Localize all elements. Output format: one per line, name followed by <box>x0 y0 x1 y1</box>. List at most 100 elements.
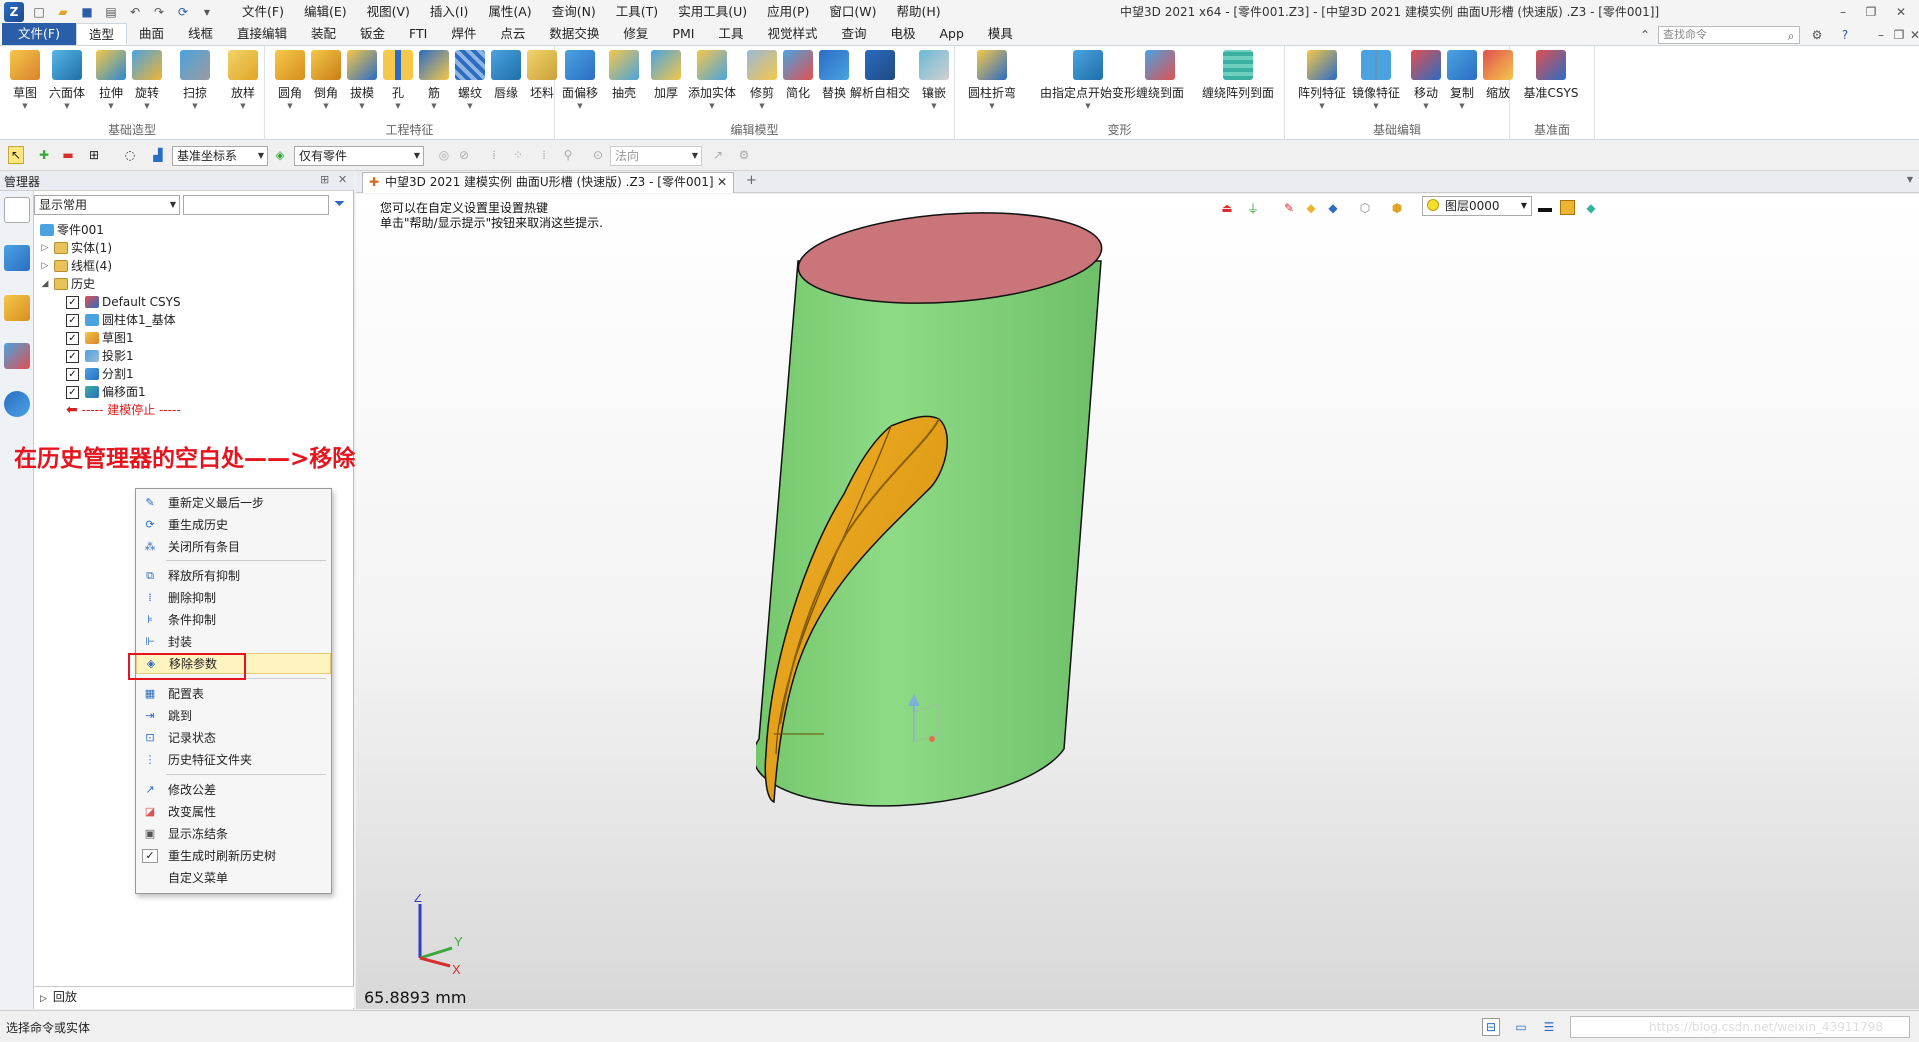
visibility-checkbox[interactable]: ✓ <box>66 349 79 363</box>
tab-direct-edit[interactable]: 直接编辑 <box>225 23 299 45</box>
tab-file[interactable]: 文件(F) <box>2 23 76 45</box>
shell-button[interactable]: 抽壳 <box>605 50 643 118</box>
tab-fti[interactable]: FTI <box>397 23 439 45</box>
save-icon[interactable]: ■ <box>78 3 96 21</box>
layer-manager-icon[interactable] <box>4 343 30 369</box>
select-box-icon[interactable]: ⊞ <box>86 146 102 164</box>
copy-button[interactable]: 复制 ▼ <box>1443 50 1481 118</box>
tab-electrode[interactable]: 电极 <box>878 23 927 45</box>
add-icon[interactable]: ✚ <box>36 146 52 164</box>
doc-close-icon[interactable]: ✕ <box>1906 26 1919 44</box>
tab-data-exchange[interactable]: 数据交换 <box>537 23 611 45</box>
line-color-icon[interactable] <box>1538 208 1552 212</box>
expand-icon[interactable]: ▷ <box>40 994 47 1004</box>
draft-button[interactable]: 拔模 ▼ <box>343 50 381 118</box>
menu-item-conditional-suppress[interactable]: ⊧ 条件抑制 <box>136 609 331 630</box>
tab-close-icon[interactable]: ✕ <box>717 173 727 192</box>
panel-close-icon[interactable]: ✕ <box>338 173 347 186</box>
thread-button[interactable]: 螺纹 ▼ <box>451 50 489 118</box>
sketch-button[interactable]: 草图 ▼ <box>6 50 44 118</box>
tree-root[interactable]: 零件001 <box>40 221 104 239</box>
menu-item-show-freeze-bar[interactable]: ▣ 显示冻结条 <box>136 823 331 844</box>
visibility-checkbox[interactable]: ✓ <box>66 295 79 309</box>
menu-query[interactable]: 查询(N) <box>542 0 606 24</box>
tree-node-history[interactable]: ◢ 历史 <box>40 275 95 293</box>
trim-button[interactable]: 修剪 ▼ <box>743 50 781 118</box>
loft-button[interactable]: 放样 ▼ <box>224 50 262 118</box>
maximize-icon[interactable]: ❐ <box>1858 0 1884 24</box>
tab-app[interactable]: App <box>927 23 975 45</box>
menu-help[interactable]: 帮助(H) <box>887 0 951 24</box>
assembly-manager-icon[interactable] <box>4 245 30 271</box>
menu-item-change-attributes[interactable]: ◪ 改变属性 <box>136 801 331 822</box>
menu-item-encapsulate[interactable]: ⊩ 封装 <box>136 631 331 652</box>
tree-node-wireframe[interactable]: ▷ 线框(4) <box>40 257 112 275</box>
menu-file[interactable]: 文件(F) <box>232 0 294 24</box>
visibility-checkbox[interactable]: ✓ <box>66 385 79 399</box>
modeling-stop-marker[interactable]: ⬅ ----- 建模停止 ----- <box>66 401 181 419</box>
expand-icon[interactable]: ▷ <box>40 239 50 257</box>
visibility-checkbox[interactable]: ✓ <box>66 367 79 381</box>
history-item[interactable]: ✓ 投影1 <box>66 347 134 365</box>
cylinder-bend-button[interactable]: 圆柱折弯 ▼ <box>968 50 1016 118</box>
tab-wireframe[interactable]: 线框 <box>176 23 225 45</box>
new-tab-icon[interactable]: + <box>746 173 757 188</box>
menu-edit[interactable]: 编辑(E) <box>294 0 357 24</box>
list-icon[interactable]: ☰ <box>1540 1018 1558 1036</box>
thicken-button[interactable]: 加厚 <box>647 50 685 118</box>
status-toggle-icon[interactable]: ⊟ <box>1482 1018 1500 1036</box>
tab-modeling[interactable]: 造型 <box>75 23 127 45</box>
view-manager-icon[interactable] <box>4 295 30 321</box>
menu-utilities[interactable]: 实用工具(U) <box>668 0 757 24</box>
exit-icon[interactable]: ⏏ <box>1218 200 1236 216</box>
tab-assembly[interactable]: 装配 <box>299 23 348 45</box>
panel-pin-icon[interactable]: ⊞ <box>320 173 329 186</box>
regen-icon[interactable]: ⟳ <box>174 3 192 21</box>
menu-item-modify-tolerance[interactable]: ↗ 修改公差 <box>136 779 331 800</box>
menu-item-release-suppress[interactable]: ⧉ 释放所有抑制 <box>136 565 331 586</box>
wrap-to-face-button[interactable]: 缠绕到面 <box>1136 50 1184 118</box>
extrude-button[interactable]: 拉伸 ▼ <box>92 50 130 118</box>
print-icon[interactable]: ▤ <box>102 3 120 21</box>
render-mode-icon[interactable]: ◆ <box>1324 200 1342 216</box>
display-icon[interactable]: ⬢ <box>1388 200 1406 216</box>
help-icon[interactable]: ? <box>1836 26 1854 44</box>
rib-button[interactable]: 筋 ▼ <box>415 50 453 118</box>
menu-item-redefine-last[interactable]: ✎ 重新定义最后一步 <box>136 492 331 513</box>
lip-button[interactable]: 唇缘 <box>487 50 525 118</box>
menu-view[interactable]: 视图(V) <box>357 0 420 24</box>
gear-icon[interactable]: ⚙ <box>1808 26 1826 44</box>
history-manager-icon[interactable] <box>4 197 30 223</box>
hole-button[interactable]: 孔 ▼ <box>379 50 417 118</box>
tab-weldment[interactable]: 焊件 <box>439 23 488 45</box>
layer-combo[interactable]: 图层0000 ▼ <box>1422 196 1532 216</box>
pattern-feature-button[interactable]: 阵列特征 ▼ <box>1298 50 1346 118</box>
display-combo[interactable]: 显示常用 ▼ <box>34 195 180 215</box>
rollback-bar[interactable]: ▷ 回放 <box>34 986 354 1008</box>
user-icon[interactable] <box>4 391 30 417</box>
command-input[interactable]: https://blog.csdn.net/weixin_43911798 <box>1570 1016 1910 1038</box>
history-item[interactable]: ✓ Default CSYS <box>66 293 181 311</box>
csys-chart-icon[interactable]: ▟ <box>150 146 166 164</box>
tab-mold[interactable]: 模具 <box>976 23 1025 45</box>
history-item[interactable]: ✓ 分割1 <box>66 365 134 383</box>
menu-tools[interactable]: 工具(T) <box>606 0 668 24</box>
face-offset-button[interactable]: 面偏移 ▼ <box>561 50 599 118</box>
redo-icon[interactable]: ↷ <box>150 3 168 21</box>
cylinder-model[interactable] <box>756 194 1156 814</box>
collapse-icon[interactable]: ◢ <box>40 275 50 293</box>
history-item[interactable]: ✓ 圆柱体1_基体 <box>66 311 176 329</box>
add-solid-button[interactable]: 添加实体 ▼ <box>688 50 736 118</box>
menu-item-config-table[interactable]: ▦ 配置表 <box>136 683 331 704</box>
menu-item-close-all[interactable]: ⁂ 关闭所有条目 <box>136 536 331 557</box>
view-cube-icon[interactable]: ⬡ <box>1356 200 1374 216</box>
move-button[interactable]: 移动 ▼ <box>1407 50 1445 118</box>
remove-icon[interactable]: ▬ <box>60 146 76 164</box>
shade-icon[interactable]: ◆ <box>1302 200 1320 216</box>
tab-pmi[interactable]: PMI <box>660 23 706 45</box>
history-item[interactable]: ✓ 草图1 <box>66 329 134 347</box>
new-file-icon[interactable]: □ <box>30 3 48 21</box>
menu-apps[interactable]: 应用(P) <box>757 0 819 24</box>
filter-part-icon[interactable]: ◈ <box>272 146 288 164</box>
command-search-input[interactable]: 查找命令 <box>1658 26 1800 44</box>
